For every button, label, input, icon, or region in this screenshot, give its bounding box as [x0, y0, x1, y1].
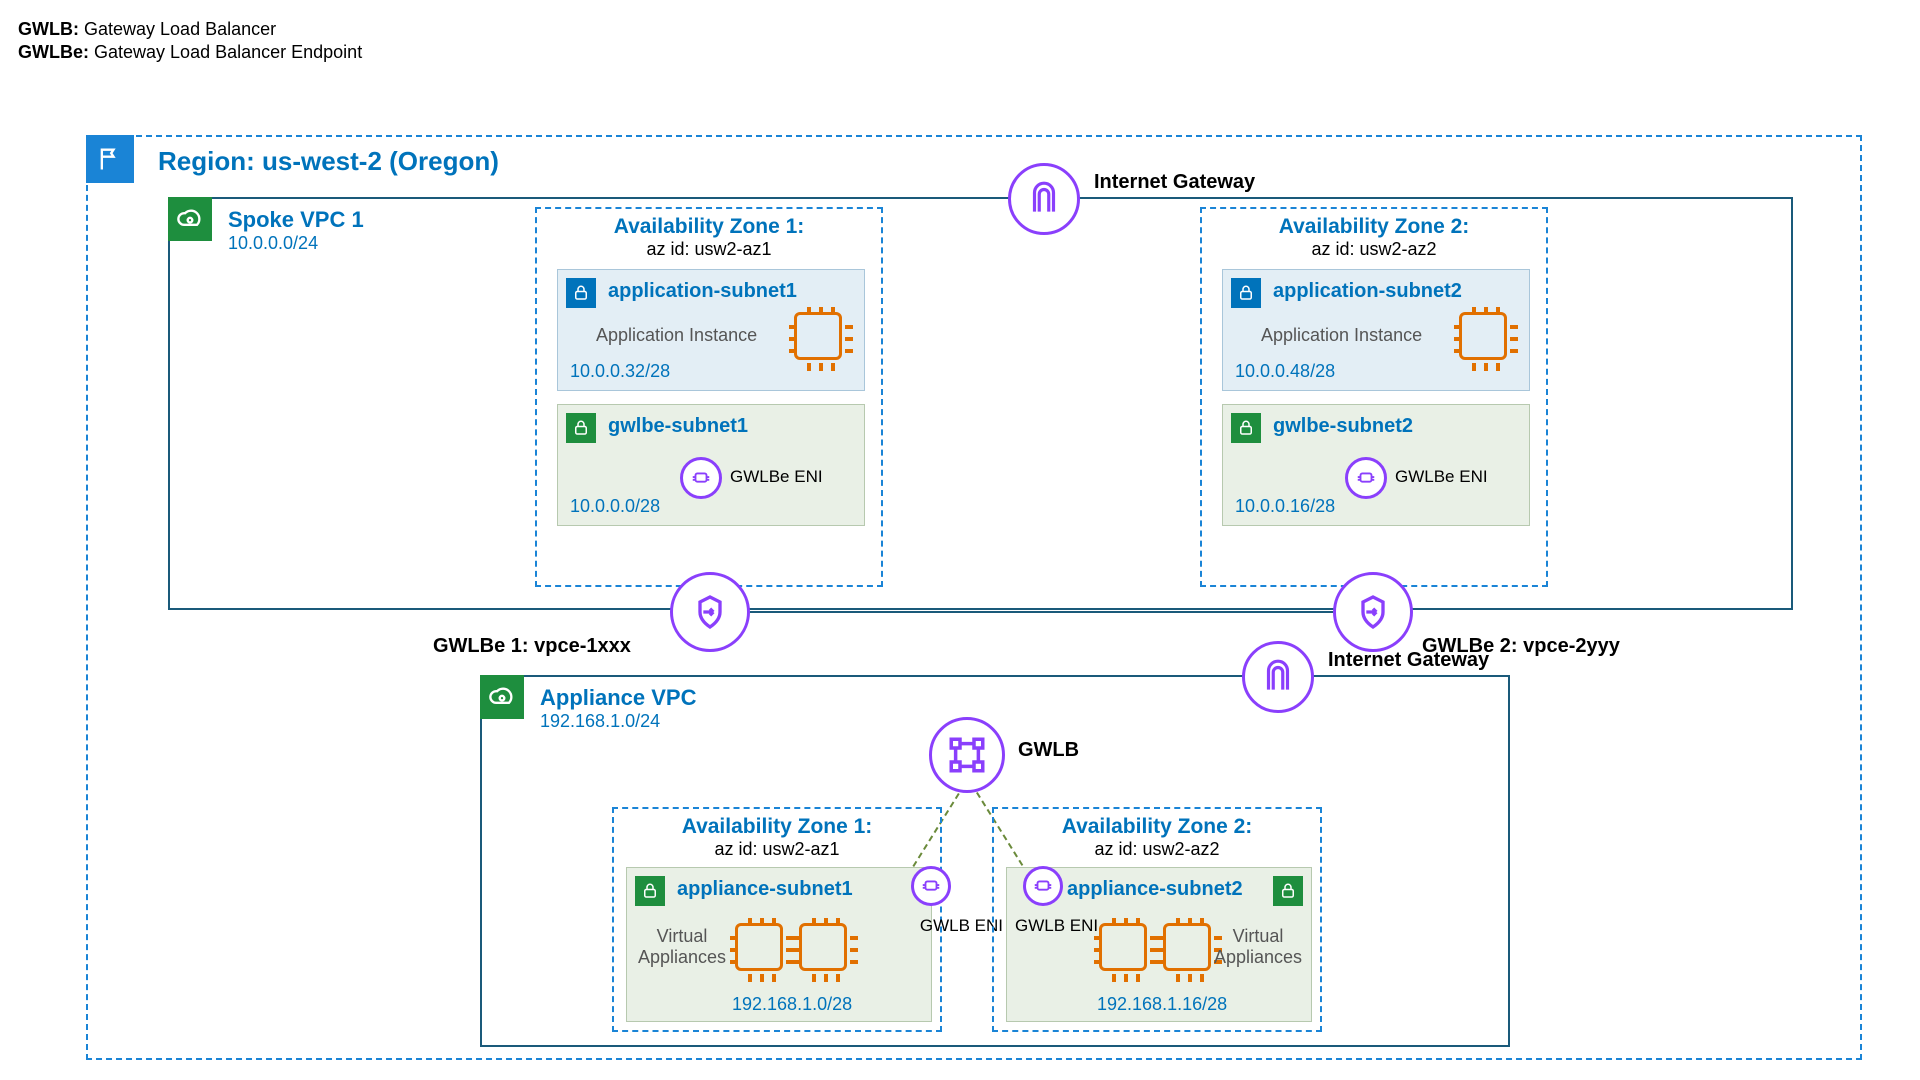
- appliance-az1-eni-label: GWLB ENI: [920, 916, 1003, 936]
- region-title: Region: us-west-2 (Oregon): [158, 146, 499, 177]
- spoke-az1-title: Availability Zone 1:: [537, 215, 881, 239]
- internet-gateway-label-2: Internet Gateway: [1328, 649, 1489, 672]
- vpc-icon: [480, 675, 524, 719]
- spoke-az1-app-instance-label: Application Instance: [596, 325, 757, 346]
- spoke-az2-app-subnet: application-subnet2 Application Instance…: [1222, 269, 1530, 391]
- legend: GWLB: Gateway Load Balancer GWLBe: Gatew…: [18, 18, 362, 65]
- appliance-az2-subnet: appliance-subnet2 GWLB ENI Virtual Appli…: [1006, 867, 1312, 1022]
- private-subnet-icon: [1231, 413, 1261, 443]
- appliance-vpc: Appliance VPC 192.168.1.0/24 Internet Ga…: [480, 675, 1510, 1047]
- appliance-vpc-cidr: 192.168.1.0/24: [540, 711, 660, 732]
- spoke-az2-id: az id: usw2-az2: [1202, 239, 1546, 260]
- legend-gwlb-val: Gateway Load Balancer: [84, 19, 276, 39]
- appliance-vpc-title: Appliance VPC: [540, 685, 696, 711]
- appliance-instance-icon: [1163, 923, 1211, 971]
- gwlb-eni-icon: [911, 866, 951, 906]
- spoke-az1-gwlbe-subnet: gwlbe-subnet1 GWLBe ENI 10.0.0.0/28: [557, 404, 865, 526]
- ec2-instance-icon: [794, 312, 842, 360]
- private-subnet-icon: [635, 876, 665, 906]
- region-flag-icon: [86, 135, 134, 183]
- ec2-instance-icon: [1459, 312, 1507, 360]
- appliance-az1-cidr: 192.168.1.0/28: [732, 994, 852, 1015]
- private-subnet-icon: [566, 413, 596, 443]
- spoke-vpc: Spoke VPC 1 10.0.0.0/24 Internet Gateway…: [168, 197, 1793, 610]
- appliance-az2-eni-label: GWLB ENI: [1015, 916, 1098, 936]
- appliance-az2-title: Availability Zone 2:: [994, 815, 1320, 839]
- spoke-az2-app-subnet-name: application-subnet2: [1223, 270, 1529, 303]
- appliance-instance-icon: [799, 923, 847, 971]
- spoke-az1: Availability Zone 1: az id: usw2-az1 app…: [535, 207, 883, 587]
- appliance-az2-cidr: 192.168.1.16/28: [1097, 994, 1227, 1015]
- spoke-az1-app-subnet-name: application-subnet1: [558, 270, 864, 303]
- spoke-az2-gwlbe-subnet: gwlbe-subnet2 GWLBe ENI 10.0.0.16/28: [1222, 404, 1530, 526]
- spoke-az2-gwlbe-cidr: 10.0.0.16/28: [1235, 496, 1335, 517]
- spoke-az1-gwlbe-subnet-name: gwlbe-subnet1: [558, 405, 864, 438]
- public-subnet-icon: [566, 278, 596, 308]
- appliance-instance-icon: [735, 923, 783, 971]
- spoke-az1-id: az id: usw2-az1: [537, 239, 881, 260]
- spoke-az1-app-cidr: 10.0.0.32/28: [570, 361, 670, 382]
- spoke-az1-app-subnet: application-subnet1 Application Instance…: [557, 269, 865, 391]
- appliance-az2: Availability Zone 2: az id: usw2-az2 app…: [992, 807, 1322, 1032]
- gwlb-label: GWLB: [1018, 739, 1079, 762]
- spoke-az1-gwlbe-cidr: 10.0.0.0/28: [570, 496, 660, 517]
- spoke-az2: Availability Zone 2: az id: usw2-az2 app…: [1200, 207, 1548, 587]
- public-subnet-icon: [1231, 278, 1261, 308]
- legend-gwlbe-val: Gateway Load Balancer Endpoint: [94, 42, 362, 62]
- appliance-instance-icon: [1099, 923, 1147, 971]
- spoke-az2-gwlbe-subnet-name: gwlbe-subnet2: [1223, 405, 1529, 438]
- appliance-az1-id: az id: usw2-az1: [614, 839, 940, 860]
- spoke-vpc-title: Spoke VPC 1: [228, 207, 364, 233]
- spoke-az2-app-instance-label: Application Instance: [1261, 325, 1422, 346]
- internet-gateway-icon: [1008, 163, 1080, 235]
- internet-gateway-icon: [1242, 641, 1314, 713]
- gwlbe-endpoint-icon: [670, 572, 750, 652]
- gwlbe1-label: GWLBe 1: vpce-1xxx: [433, 635, 631, 658]
- spoke-az1-gwlbe-eni-label: GWLBe ENI: [730, 467, 823, 487]
- gwlbe-eni-icon: [1345, 457, 1387, 499]
- private-subnet-icon: [1273, 876, 1303, 906]
- appliance-az1-va-label: Virtual Appliances: [637, 926, 727, 968]
- gwlb-icon: [929, 717, 1005, 793]
- appliance-az1: Availability Zone 1: az id: usw2-az1 app…: [612, 807, 942, 1032]
- legend-gwlbe-key: GWLBe:: [18, 42, 89, 62]
- legend-gwlb-key: GWLB:: [18, 19, 79, 39]
- region-box: Region: us-west-2 (Oregon) Spoke VPC 1 1…: [86, 135, 1862, 1060]
- spoke-az2-app-cidr: 10.0.0.48/28: [1235, 361, 1335, 382]
- appliance-az1-subnet: appliance-subnet1 Virtual Appliances GWL…: [626, 867, 932, 1022]
- connector: [750, 611, 1333, 613]
- vpc-icon: [168, 197, 212, 241]
- appliance-az2-id: az id: usw2-az2: [994, 839, 1320, 860]
- appliance-az2-va-label: Virtual Appliances: [1213, 926, 1303, 968]
- appliance-az1-title: Availability Zone 1:: [614, 815, 940, 839]
- spoke-az2-title: Availability Zone 2:: [1202, 215, 1546, 239]
- spoke-az2-gwlbe-eni-label: GWLBe ENI: [1395, 467, 1488, 487]
- internet-gateway-label: Internet Gateway: [1094, 171, 1255, 194]
- gwlbe-endpoint-icon: [1333, 572, 1413, 652]
- appliance-az1-subnet-name: appliance-subnet1: [627, 868, 931, 901]
- spoke-vpc-cidr: 10.0.0.0/24: [228, 233, 318, 254]
- gwlb-eni-icon: [1023, 866, 1063, 906]
- gwlbe-eni-icon: [680, 457, 722, 499]
